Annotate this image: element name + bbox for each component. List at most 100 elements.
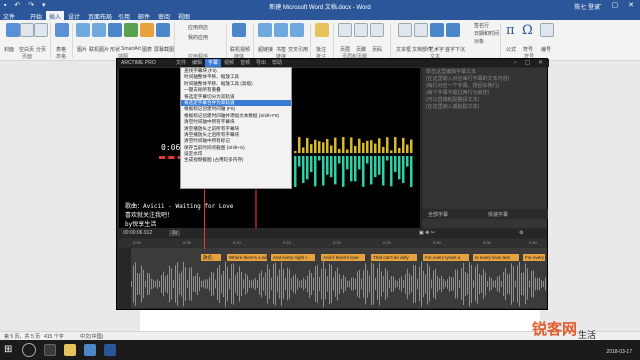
windows-start-icon[interactable]: ⊞ [4, 344, 12, 355]
current-timecode[interactable]: 00:00:06.912 [123, 230, 152, 236]
waveform-bar [427, 263, 428, 305]
tab-file[interactable]: 文件 [0, 11, 20, 21]
menu-audio[interactable]: 音频 [237, 59, 253, 67]
waveform-bar [263, 277, 264, 291]
date-time-button[interactable]: 日期和时间 [474, 30, 499, 37]
visualizer-bar [370, 140, 373, 153]
all-subtitles-button[interactable]: 全部字幕 [428, 211, 448, 218]
task-view-icon[interactable] [44, 344, 56, 356]
page-number-icon[interactable] [370, 23, 384, 37]
search-icon[interactable] [22, 343, 36, 357]
subtitle-clip[interactable]: That can't be defy [371, 254, 417, 261]
equation-icon[interactable]: π [506, 23, 520, 38]
screenshot-icon[interactable] [156, 23, 170, 37]
cross-reference-icon[interactable] [290, 23, 304, 37]
ribbon-insert: 封面 空白页 分页 页面 表格 表格 图片 联机图片 形状 SmartArt 图… [0, 20, 640, 61]
my-apps-button[interactable]: 我的应用 [188, 34, 208, 41]
menu-subtitle[interactable]: 字幕 [205, 59, 222, 67]
textbox-icon[interactable] [398, 23, 412, 37]
cover-page-icon[interactable] [6, 23, 20, 37]
waveform-bar [521, 272, 522, 296]
page-number-label: 页码 [372, 47, 383, 53]
user-account[interactable]: 陈七 登录 [574, 2, 600, 11]
waveform-bar [255, 278, 256, 290]
symbol-icon[interactable]: Ω [522, 23, 536, 38]
visualizer-bar [358, 156, 361, 170]
subtitle-clip[interactable]: For every tyrant a [423, 254, 469, 261]
menu-edit[interactable]: 编辑 [189, 59, 205, 67]
waveform-bar [425, 274, 426, 294]
menu-export[interactable]: 导出 [253, 59, 269, 67]
dropcap-icon[interactable] [446, 23, 460, 37]
waveform-bar [269, 268, 270, 300]
waveform-bar [141, 265, 142, 303]
waveform-bar [393, 276, 394, 292]
toggle-icon[interactable]: ⚙ [519, 230, 523, 236]
bookmark-icon[interactable] [274, 23, 288, 37]
visualizer-bar [394, 156, 397, 173]
table-icon[interactable] [55, 23, 69, 37]
tab-insert[interactable]: 插入 [46, 11, 65, 21]
menu-help[interactable]: 帮助 [269, 59, 285, 67]
subtitle-clip[interactable]: Is every lovin test [473, 254, 519, 261]
menu-file[interactable]: 文件 [173, 59, 189, 67]
blank-page-icon[interactable] [20, 23, 34, 37]
waveform-bar [165, 276, 166, 292]
waveform-bar [505, 267, 506, 301]
smartart-icon[interactable] [124, 23, 138, 37]
playhead[interactable] [204, 180, 205, 249]
waveform-bar [195, 275, 196, 293]
subtitle-clip[interactable]: 歌名： [201, 254, 221, 261]
hyperlink-icon[interactable] [258, 23, 272, 37]
timeline-ruler[interactable]: 0:00 0:05 0:10 0:15 0:20 0:25 0:30 0:35 … [119, 239, 547, 247]
chart-icon[interactable] [140, 23, 154, 37]
picture-icon[interactable] [76, 23, 90, 37]
numbering-icon[interactable] [540, 23, 554, 37]
shapes-icon[interactable] [108, 23, 122, 37]
snap-icon[interactable]: ▣ ✥ ✂ [419, 230, 435, 236]
visualizer-bar [334, 156, 337, 185]
page-break-icon[interactable] [34, 23, 48, 37]
visualizer-bar [386, 156, 389, 161]
window-title: 新建 Microsoft Word 文档.docx - Word [269, 5, 371, 11]
waveform-bar [459, 280, 460, 288]
subtitle-clip[interactable]: For every [523, 254, 545, 261]
word-count[interactable]: 415 个字 [44, 333, 64, 340]
signature-line-button[interactable]: 签名行 [474, 22, 489, 29]
language-status[interactable]: 中文(中国) [80, 333, 103, 340]
quick-subtitles-button[interactable]: 快速字幕 [488, 211, 508, 218]
file-explorer-icon[interactable] [64, 344, 76, 356]
online-video-icon[interactable] [232, 23, 246, 37]
wordart-icon[interactable] [430, 23, 444, 37]
footer-icon[interactable] [354, 23, 368, 37]
comment-icon[interactable] [315, 23, 329, 37]
cross-reference-label: 交叉引用 [288, 47, 309, 53]
waveform-bar [511, 263, 512, 305]
subtitle-clip[interactable]: Where there's a will [227, 254, 267, 261]
zoom-select[interactable]: 1x [169, 230, 181, 236]
waveform-bar [217, 268, 218, 300]
menu-video[interactable]: 视频 [221, 59, 237, 67]
textbox-label: 文本框 [396, 47, 412, 53]
header-icon[interactable] [338, 23, 352, 37]
subtitle-text-panel[interactable]: 单击这里编辑字幕文本 (在这里输入对应每行字幕的文本内容) (每行对应一个字幕，… [421, 68, 548, 228]
quick-parts-icon[interactable] [414, 23, 428, 37]
waveform-bar [243, 279, 244, 289]
browser-icon[interactable] [84, 344, 96, 356]
taskbar-clock[interactable]: 2018-03-17 [606, 349, 632, 355]
subtitle-clip[interactable]: And if there's love [321, 254, 365, 261]
object-button[interactable]: 对象 [474, 38, 484, 45]
arctime-window-controls[interactable]: − ▢ ✕ [513, 59, 546, 66]
subtitle-clip[interactable]: And every night I. [271, 254, 315, 261]
visualizer-bar [314, 156, 317, 187]
track-headers[interactable] [119, 248, 131, 308]
waveform-bar [463, 262, 464, 306]
menu-item[interactable]: 生成视频截图 (占用较多内存) [181, 157, 291, 163]
word-taskbar-icon[interactable] [104, 344, 116, 356]
audio-waveform-track[interactable]: 歌名： Where there's a will And every night… [131, 248, 547, 308]
page-count[interactable]: 第 5 页，共 5 页 [4, 333, 40, 340]
store-button[interactable]: 应用商店 [188, 24, 208, 31]
visualizer-bar [366, 140, 369, 153]
window-controls[interactable]: − ▢ ✕ [598, 1, 638, 9]
online-picture-icon[interactable] [92, 23, 106, 37]
